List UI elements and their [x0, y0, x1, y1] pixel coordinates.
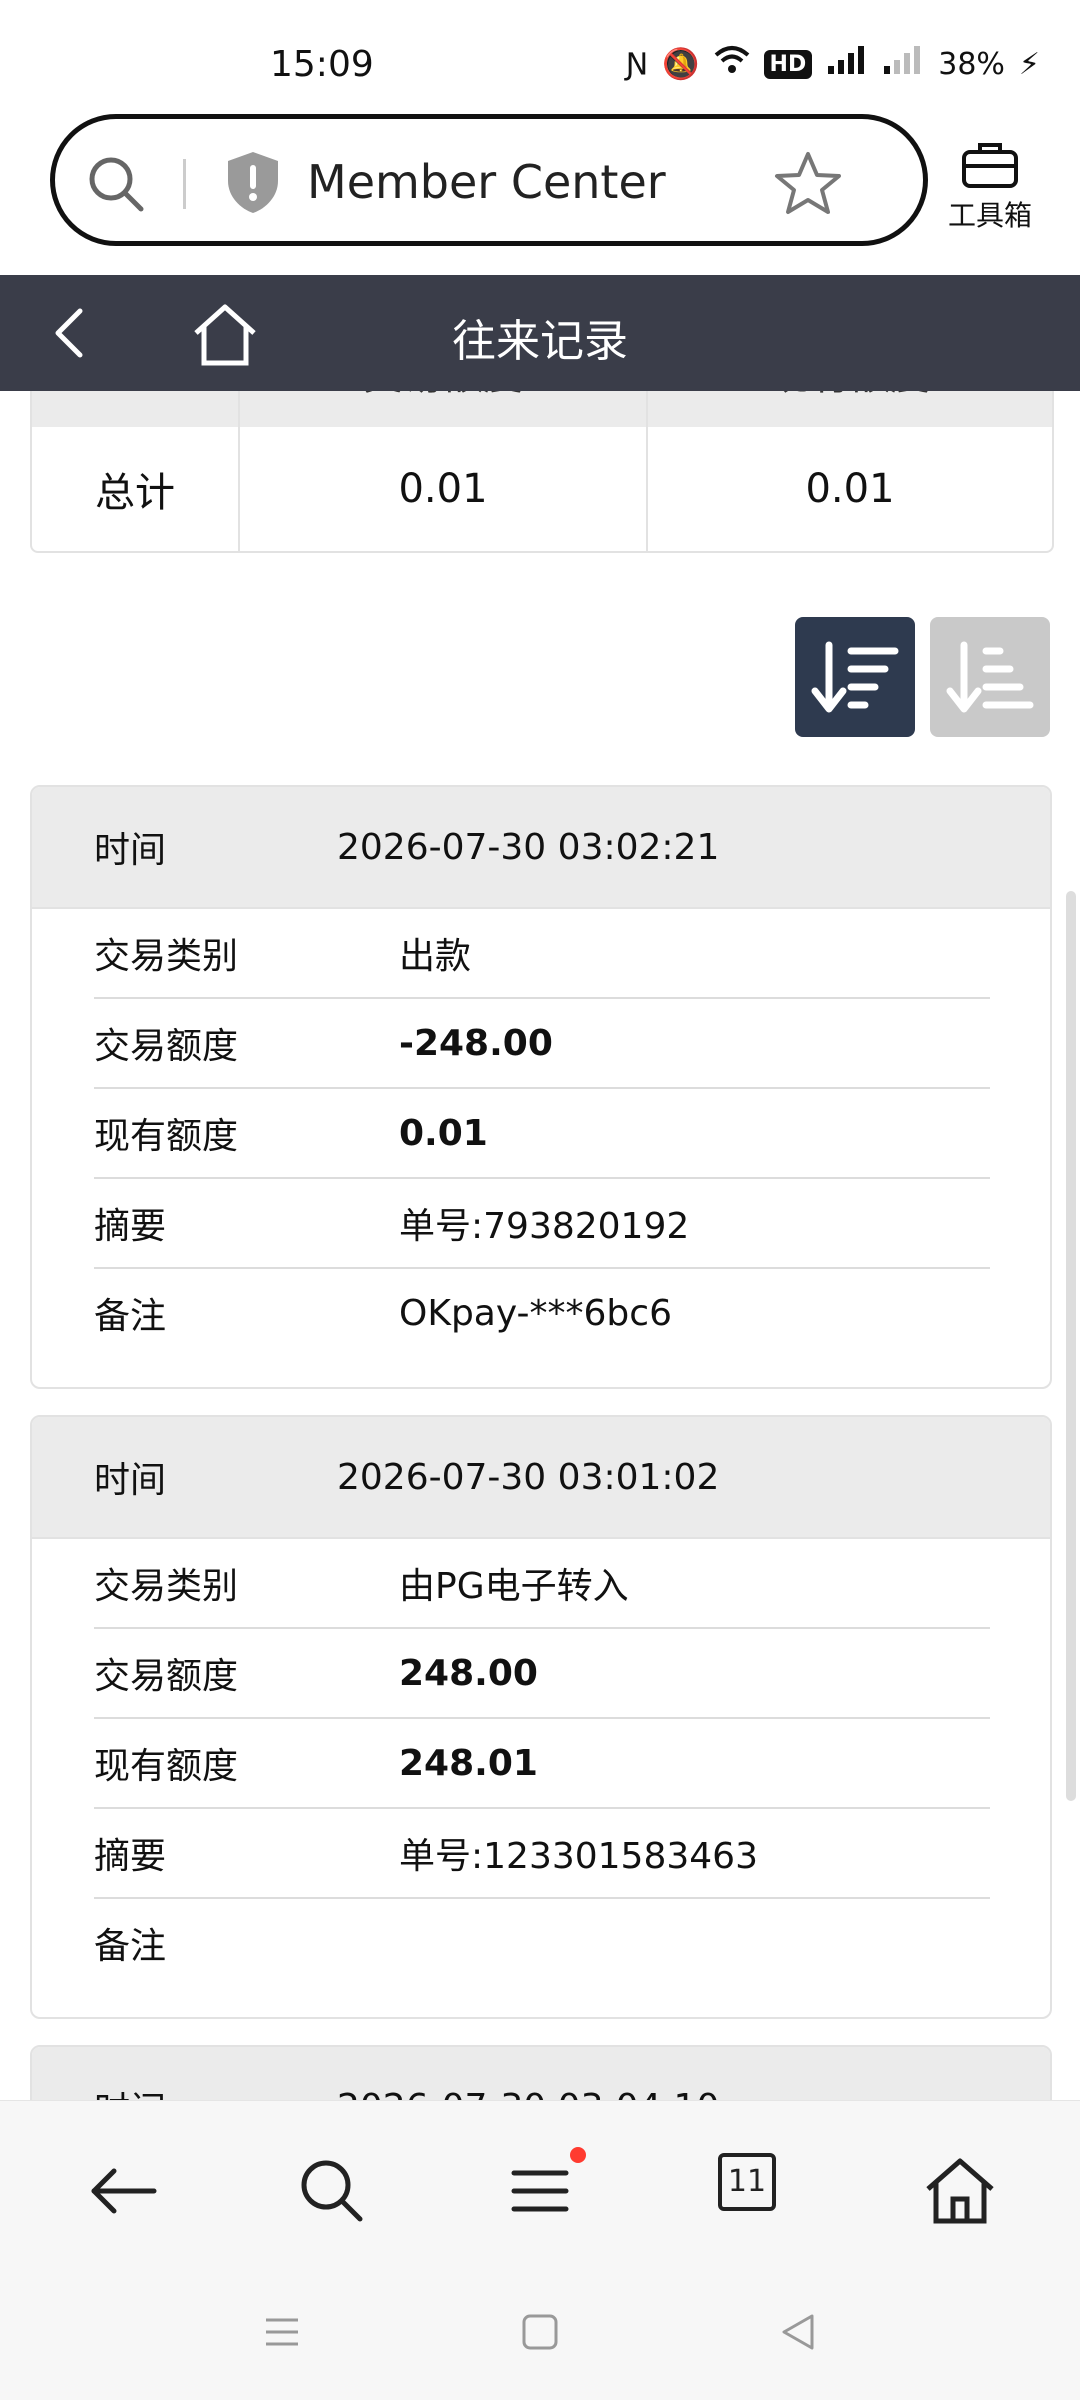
- nfc-icon: Ɲ: [625, 46, 649, 82]
- record-card: 时间 2026-07-30 03:04:10: [30, 2045, 1052, 2100]
- toolbox-label: 工具箱: [947, 199, 1032, 232]
- record-type-row: 交易类别 出款: [94, 909, 990, 999]
- record-time-value: 2026-07-30 03:01:02: [337, 1456, 720, 1498]
- summary-table: 交易额度 现有额度 总计 0.01 0.01: [30, 391, 1054, 553]
- record-type-label: 交易类别: [94, 1566, 239, 1607]
- sort-descending-icon: [811, 641, 899, 713]
- summary-header-empty: [32, 391, 240, 427]
- toolbox-icon: [962, 143, 1018, 188]
- search-icon[interactable]: [85, 153, 145, 213]
- record-summary-value: 单号:123301583463: [399, 1836, 758, 1877]
- address-bar[interactable]: Member Center: [50, 114, 928, 246]
- record-amount-label: 交易额度: [94, 1026, 239, 1067]
- record-note-row: 备注 OKpay-***6bc6: [94, 1269, 990, 1357]
- back-arrow-icon[interactable]: [84, 2151, 164, 2231]
- status-icons: Ɲ 🔕 HD 38% ⚡: [626, 44, 1040, 84]
- record-card: 时间 2026-07-30 03:01:02 交易类别 由PG电子转入 交易额度…: [30, 1415, 1052, 2019]
- summary-total-row: 总计 0.01 0.01: [32, 427, 1052, 551]
- page-title: 往来记录: [452, 316, 628, 367]
- toolbox-button[interactable]: 工具箱: [920, 140, 1060, 250]
- record-note-label: 备注: [94, 1926, 167, 1967]
- home-icon[interactable]: [920, 2151, 1000, 2231]
- record-balance-label: 现有额度: [94, 1746, 239, 1787]
- record-time-row: 时间 2026-07-30 03:02:21: [32, 787, 1050, 909]
- record-note-label: 备注: [94, 1296, 167, 1337]
- hd-icon: HD: [763, 49, 813, 79]
- star-bookmark-icon[interactable]: [773, 149, 843, 219]
- summary-header-balance: 现有额度: [648, 391, 1052, 427]
- record-amount-value: -248.00: [399, 1022, 553, 1064]
- record-balance-value: 0.01: [399, 1112, 488, 1154]
- signal-5g-icon: [826, 44, 868, 84]
- record-balance-value: 248.01: [399, 1742, 538, 1784]
- record-type-label: 交易类别: [94, 936, 239, 977]
- search-icon[interactable]: [292, 2151, 372, 2231]
- sort-ascending-button[interactable]: [930, 617, 1050, 737]
- menu-icon[interactable]: [500, 2151, 580, 2231]
- record-balance-label: 现有额度: [94, 1116, 239, 1157]
- record-time-row: 时间 2026-07-30 03:01:02: [32, 1417, 1050, 1539]
- signal-weak-icon: [882, 44, 924, 84]
- page-header: 往来记录: [0, 275, 1080, 391]
- menu-notification-dot: [570, 2147, 586, 2163]
- back-triangle-icon[interactable]: [778, 2312, 818, 2352]
- record-time-row: 时间 2026-07-30 03:04:10: [32, 2047, 1050, 2100]
- record-balance-row: 现有额度 0.01: [94, 1089, 990, 1179]
- record-summary-value: 单号:793820192: [399, 1206, 690, 1247]
- summary-total-trade: 0.01: [240, 427, 648, 551]
- status-time: 15:09: [270, 44, 374, 85]
- summary-header-row: 交易额度 现有额度: [32, 391, 1052, 427]
- record-time-value: 2026-07-30 03:02:21: [337, 826, 720, 868]
- record-time-label: 时间: [32, 2081, 337, 2100]
- summary-total-balance: 0.01: [805, 466, 895, 512]
- record-card: 时间 2026-07-30 03:02:21 交易类别 出款 交易额度 -248…: [30, 785, 1052, 1389]
- records-content[interactable]: 交易额度 现有额度 总计 0.01 0.01: [0, 391, 1080, 2100]
- record-amount-row: 交易额度 248.00: [94, 1629, 990, 1719]
- record-note-row: 备注: [94, 1899, 990, 1987]
- sort-descending-button[interactable]: [795, 617, 915, 737]
- sort-ascending-icon: [946, 641, 1034, 713]
- recent-apps-icon[interactable]: [262, 2312, 302, 2352]
- summary-header-trade: 交易额度: [240, 391, 648, 427]
- address-separator: [183, 159, 186, 209]
- record-time-label: 时间: [94, 1460, 167, 1501]
- status-bar: 15:09 Ɲ 🔕 HD 38% ⚡: [0, 0, 1080, 110]
- charging-icon: ⚡: [1018, 46, 1040, 82]
- record-type-value: 出款: [399, 936, 472, 977]
- shield-warning-icon[interactable]: [223, 149, 283, 215]
- record-time-value: 2026-07-30 03:04:10: [337, 2087, 719, 2101]
- record-balance-row: 现有额度 248.01: [94, 1719, 990, 1809]
- browser-bottom-nav: 11: [0, 2100, 1080, 2271]
- tabs-button[interactable]: 11: [718, 2153, 776, 2211]
- record-type-value: 由PG电子转入: [399, 1566, 629, 1607]
- wifi-icon: [714, 45, 750, 83]
- system-nav-bar: [0, 2270, 1080, 2400]
- mute-icon: 🔕: [662, 46, 700, 82]
- record-time-label: 时间: [94, 830, 167, 871]
- record-note-value: OKpay-***6bc6: [399, 1292, 672, 1334]
- record-type-row: 交易类别 由PG电子转入: [94, 1539, 990, 1629]
- record-summary-label: 摘要: [94, 1206, 167, 1247]
- record-amount-label: 交易额度: [94, 1656, 239, 1697]
- browser-toolbar: Member Center 工具箱: [0, 110, 1080, 275]
- record-summary-label: 摘要: [94, 1836, 167, 1877]
- record-summary-row: 摘要 单号:123301583463: [94, 1809, 990, 1899]
- summary-total-label: 总计: [32, 427, 240, 551]
- scrollbar[interactable]: [1066, 891, 1076, 1801]
- battery-text: 38%: [938, 46, 1005, 82]
- home-square-icon[interactable]: [520, 2312, 560, 2352]
- record-amount-row: 交易额度 -248.00: [94, 999, 990, 1089]
- record-amount-value: 248.00: [399, 1652, 538, 1694]
- record-summary-row: 摘要 单号:793820192: [94, 1179, 990, 1269]
- address-title[interactable]: Member Center: [307, 155, 666, 209]
